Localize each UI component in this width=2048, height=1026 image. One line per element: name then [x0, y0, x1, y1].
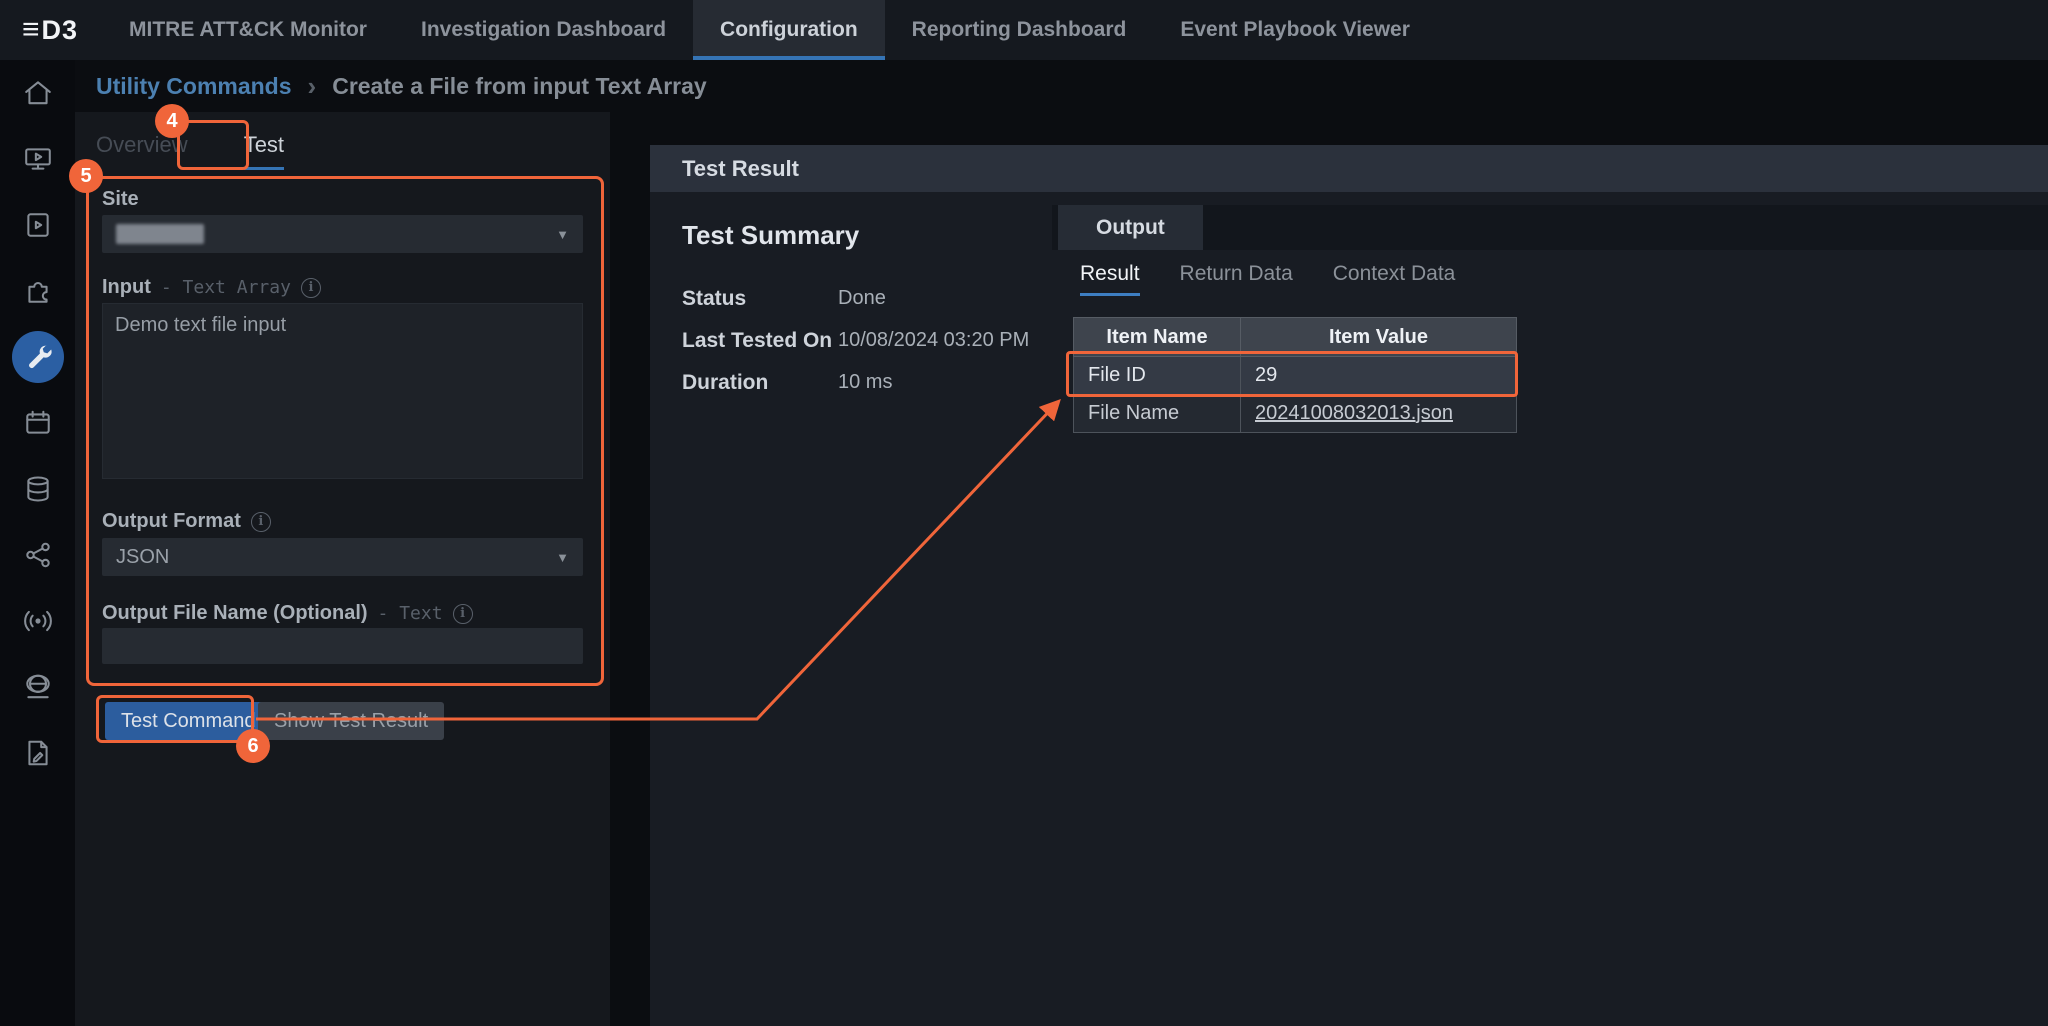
logo-text: D3 — [42, 15, 79, 46]
show-test-result-button[interactable]: Show Test Result — [258, 702, 444, 740]
tab-context-data[interactable]: Context Data — [1333, 262, 1456, 296]
nav-item-configuration[interactable]: Configuration — [693, 0, 885, 60]
logo-bars-icon: ≡ — [22, 15, 41, 45]
result-table: Item Name Item Value File ID 29 File Nam… — [1073, 317, 1517, 433]
command-panel-tabs: Overview Test — [96, 132, 284, 170]
test-summary-title: Test Summary — [682, 220, 1029, 251]
sidebar-item-utility-commands[interactable] — [0, 324, 75, 390]
info-icon[interactable]: i — [251, 512, 271, 532]
tab-output[interactable]: Output — [1058, 205, 1203, 250]
sidebar-item-puzzle[interactable] — [0, 258, 75, 324]
input-textarea[interactable]: Demo text file input — [102, 303, 583, 479]
puzzle-icon — [12, 265, 64, 317]
document-edit-icon — [12, 727, 64, 779]
info-icon[interactable]: i — [453, 604, 473, 624]
output-format-select[interactable]: JSON ▼ — [102, 538, 583, 576]
breadcrumb: Utility Commands › Create a File from in… — [96, 60, 707, 112]
test-command-button[interactable]: Test Command — [105, 702, 272, 740]
sidebar-item-database[interactable] — [0, 456, 75, 522]
test-result-header: Test Result — [650, 145, 2048, 192]
output-file-name-label: Output File Name (Optional) - Text i — [102, 602, 473, 625]
test-result-panel: Test Result Test Summary Status Done Las… — [650, 145, 2048, 1026]
share-nodes-icon — [12, 529, 64, 581]
summary-value-last-tested: 10/08/2024 03:20 PM — [838, 329, 1029, 353]
cell-file-id-value: 29 — [1241, 357, 1517, 395]
tab-return-data[interactable]: Return Data — [1180, 262, 1293, 296]
sidebar-item-broadcast[interactable] — [0, 588, 75, 654]
summary-label-duration: Duration — [682, 371, 838, 395]
sidebar-item-document-edit[interactable] — [0, 720, 75, 786]
app-screen: ≡ D3 MITRE ATT&CK Monitor Investigation … — [0, 0, 2048, 1026]
breadcrumb-utility-commands[interactable]: Utility Commands — [96, 73, 292, 100]
database-icon — [12, 463, 64, 515]
output-file-name-input[interactable] — [102, 628, 583, 664]
tab-overview[interactable]: Overview — [96, 132, 188, 170]
sidebar-item-video-file[interactable] — [0, 192, 75, 258]
site-label: Site — [102, 188, 139, 211]
output-tab-strip: Output — [1052, 205, 2048, 250]
site-select[interactable]: ▼ — [102, 215, 583, 253]
nav-item-investigation-dashboard[interactable]: Investigation Dashboard — [394, 0, 693, 60]
globe-icon — [12, 661, 64, 713]
top-nav: ≡ D3 MITRE ATT&CK Monitor Investigation … — [0, 0, 2048, 60]
info-icon[interactable]: i — [301, 278, 321, 298]
test-summary: Test Summary Status Done Last Tested On … — [682, 220, 1029, 395]
broadcast-icon — [12, 595, 64, 647]
test-summary-grid: Status Done Last Tested On 10/08/2024 03… — [682, 287, 1029, 395]
test-result-body: Test Summary Status Done Last Tested On … — [650, 192, 2048, 1026]
test-result-title: Test Result — [682, 156, 799, 182]
table-row-file-name[interactable]: File Name 20241008032013.json — [1074, 395, 1517, 433]
result-tabs: Result Return Data Context Data — [1080, 262, 1455, 296]
file-name-type-hint: - Text — [378, 603, 443, 624]
result-table-header-row: Item Name Item Value — [1074, 318, 1517, 357]
cell-file-name-name: File Name — [1074, 395, 1241, 433]
nav-item-event-playbook-viewer[interactable]: Event Playbook Viewer — [1153, 0, 1437, 60]
sidebar-item-globe[interactable] — [0, 654, 75, 720]
tab-result[interactable]: Result — [1080, 262, 1140, 296]
command-panel: Overview Test Site ▼ Input - Text Array … — [75, 112, 610, 1026]
calendar-icon — [12, 397, 64, 449]
home-icon — [12, 67, 64, 119]
output-format-label: Output Format i — [102, 510, 271, 533]
tab-test[interactable]: Test — [244, 132, 284, 170]
nav-item-reporting-dashboard[interactable]: Reporting Dashboard — [885, 0, 1154, 60]
input-type-hint: - Text Array — [161, 277, 291, 298]
chevron-right-icon: › — [308, 71, 317, 102]
icon-sidebar — [0, 60, 75, 1026]
caret-down-icon: ▼ — [556, 227, 569, 242]
cell-file-id-name: File ID — [1074, 357, 1241, 395]
sidebar-item-share-nodes[interactable] — [0, 522, 75, 588]
caret-down-icon: ▼ — [556, 550, 569, 565]
column-header-item-value: Item Value — [1241, 318, 1517, 357]
sidebar-item-calendar[interactable] — [0, 390, 75, 456]
table-row-file-id[interactable]: File ID 29 — [1074, 357, 1517, 395]
video-file-icon — [12, 199, 64, 251]
summary-value-duration: 10 ms — [838, 371, 1029, 395]
summary-label-status: Status — [682, 287, 838, 311]
d3-logo[interactable]: ≡ D3 — [0, 0, 102, 60]
output-format-value: JSON — [116, 546, 169, 569]
nav-item-mitre-attack-monitor[interactable]: MITRE ATT&CK Monitor — [102, 0, 394, 60]
monitor-play-icon — [12, 133, 64, 185]
summary-value-status: Done — [838, 287, 1029, 311]
wrench-icon — [12, 331, 64, 383]
input-label: Input - Text Array i — [102, 276, 321, 299]
column-header-item-name: Item Name — [1074, 318, 1241, 357]
sidebar-item-monitor-play[interactable] — [0, 126, 75, 192]
site-value-redacted — [116, 224, 204, 244]
sidebar-item-home[interactable] — [0, 60, 75, 126]
summary-label-last-tested: Last Tested On — [682, 329, 838, 353]
file-name-link[interactable]: 20241008032013.json — [1255, 402, 1453, 424]
page-title: Create a File from input Text Array — [332, 73, 706, 100]
